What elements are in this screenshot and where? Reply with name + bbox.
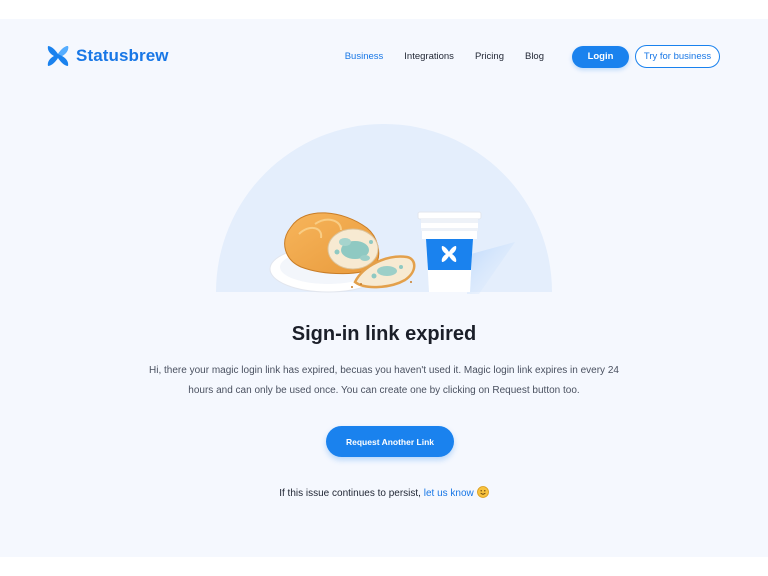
request-another-link-button[interactable]: Request Another Link (326, 426, 454, 457)
statusbrew-logo-icon (46, 45, 70, 67)
page-background: Statusbrew Business Integrations Pricing… (0, 19, 768, 557)
page-title: Sign-in link expired (291, 323, 477, 345)
top-nav: Business Integrations Pricing Blog Login… (345, 45, 720, 68)
support-note: If this issue continues to persist, let … (0, 486, 768, 501)
expired-description: Hi, there your magic login link has expi… (149, 365, 619, 396)
let-us-know-link[interactable]: let us know (424, 488, 474, 499)
brand-name: Statusbrew (76, 46, 169, 65)
nav-blog[interactable]: Blog (525, 46, 544, 68)
support-note-text: If this issue continues to persist, (279, 488, 424, 499)
nav-business[interactable]: Business (345, 46, 384, 68)
smiling-face-icon (476, 486, 489, 501)
nav-integrations[interactable]: Integrations (404, 46, 454, 68)
moldy-bread-and-coffee-cup-illustration (215, 124, 553, 299)
nav-pricing[interactable]: Pricing (475, 46, 504, 68)
login-button[interactable]: Login (572, 45, 629, 68)
try-for-business-button[interactable]: Try for business (635, 45, 720, 68)
brand-logo[interactable]: Statusbrew (46, 45, 169, 67)
